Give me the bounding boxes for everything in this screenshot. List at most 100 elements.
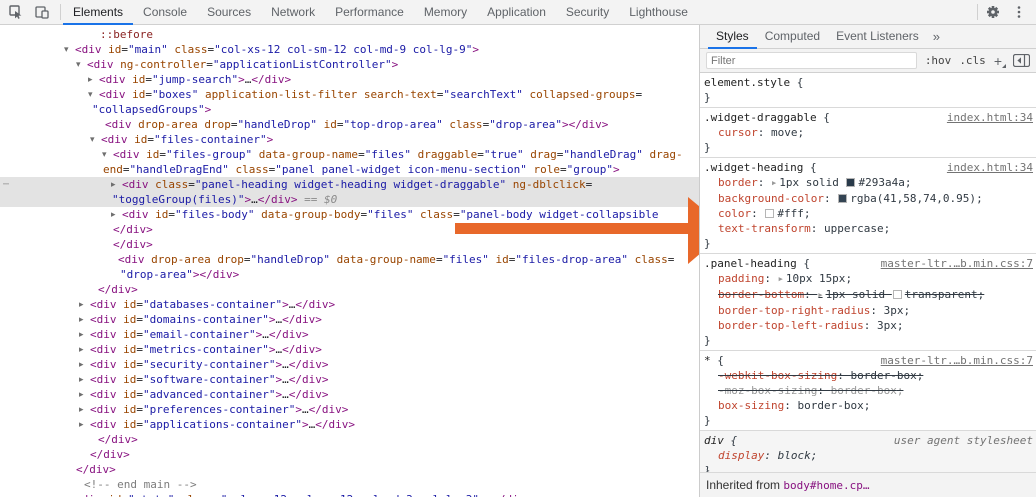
sidebar-tab-event-listeners[interactable]: Event Listeners: [828, 25, 927, 49]
tab-security[interactable]: Security: [556, 0, 619, 25]
tab-console[interactable]: Console: [133, 0, 197, 25]
expand-arrow-icon[interactable]: ▸: [64, 493, 69, 497]
dom-tree-row[interactable]: </div>: [0, 447, 699, 462]
css-rule[interactable]: .widget-draggable {index.html:34cursor: …: [700, 108, 1036, 158]
color-swatch[interactable]: [765, 209, 774, 218]
new-style-rule-button[interactable]: +: [994, 53, 1005, 69]
css-property[interactable]: box-sizing: border-box;: [704, 398, 1033, 413]
dom-tree-row[interactable]: <div drop-area drop="handleDrop" data-gr…: [0, 252, 699, 267]
stylesheet-source-link[interactable]: master-ltr.…b.min.css:7: [881, 353, 1033, 368]
expand-arrow-icon[interactable]: ▸: [79, 298, 84, 313]
expand-shorthand-icon[interactable]: ▶: [772, 179, 776, 187]
sidebar-tab-computed[interactable]: Computed: [757, 25, 828, 49]
expand-arrow-icon[interactable]: ▸: [79, 313, 84, 328]
css-property[interactable]: text-transform: uppercase;: [704, 221, 1033, 236]
tab-memory[interactable]: Memory: [414, 0, 477, 25]
dom-tree-row[interactable]: </div>: [0, 222, 699, 237]
dom-tree-row[interactable]: ▾<div id="files-group" data-group-name="…: [0, 147, 699, 162]
inspect-element-icon[interactable]: [3, 0, 29, 24]
dom-tree-row[interactable]: <!-- end main -->: [0, 477, 699, 492]
color-swatch[interactable]: [838, 194, 847, 203]
collapse-arrow-icon[interactable]: ▾: [76, 58, 81, 73]
dom-tree-row[interactable]: end="handleDragEnd" class="panel panel-w…: [0, 162, 699, 177]
dom-tree-row[interactable]: ▸<div id="jump-search">…</div>: [0, 72, 699, 87]
settings-gear-icon[interactable]: [980, 0, 1006, 24]
dom-tree-row[interactable]: ▸<div id="advanced-container">…</div>: [0, 387, 699, 402]
css-property[interactable]: border-bottom: ▶1px solid transparent;: [704, 287, 1033, 303]
tab-elements[interactable]: Elements: [63, 0, 133, 25]
dom-tree-row[interactable]: "collapsedGroups">: [0, 102, 699, 117]
dom-tree-row[interactable]: </div>: [0, 432, 699, 447]
dom-tree-row[interactable]: ▸<div id="preferences-container">…</div>: [0, 402, 699, 417]
tab-lighthouse[interactable]: Lighthouse: [619, 0, 698, 25]
css-property[interactable]: background-color: rgba(41,58,74,0.95);: [704, 191, 1033, 206]
expand-arrow-icon[interactable]: ▸: [111, 178, 116, 193]
expand-arrow-icon[interactable]: ▸: [79, 328, 84, 343]
expand-arrow-icon[interactable]: ▸: [79, 403, 84, 418]
collapse-arrow-icon[interactable]: ▾: [64, 43, 69, 58]
dom-tree-row[interactable]: ⋯▸<div class="panel-heading widget-headi…: [0, 177, 699, 192]
css-property[interactable]: padding: ▶10px 15px;: [704, 271, 1033, 287]
toggle-sidebar-pane-icon[interactable]: [1013, 54, 1030, 67]
dom-tree-row[interactable]: "toggleGroup(files)">…</div> == $0: [0, 192, 699, 207]
css-rule[interactable]: element.style {}: [700, 73, 1036, 108]
css-property[interactable]: display: block;: [704, 448, 1033, 463]
css-property[interactable]: cursor: move;: [704, 125, 1033, 140]
css-rule[interactable]: * {master-ltr.…b.min.css:7-webkit-box-si…: [700, 351, 1036, 431]
dom-tree-row[interactable]: ▾<div id="files-container">: [0, 132, 699, 147]
inherited-node-link[interactable]: body#home.cp…: [783, 479, 869, 492]
tab-network[interactable]: Network: [261, 0, 325, 25]
dom-tree-row[interactable]: <div drop-area drop="handleDrop" id="top…: [0, 117, 699, 132]
expand-arrow-icon[interactable]: ▸: [88, 73, 93, 88]
dom-tree-row[interactable]: </div>: [0, 462, 699, 477]
dom-tree-row[interactable]: "drop-area"></div>: [0, 267, 699, 282]
dom-tree-row[interactable]: ▸<div id="domains-container">…</div>: [0, 312, 699, 327]
expand-arrow-icon[interactable]: ▸: [79, 418, 84, 433]
device-toolbar-icon[interactable]: [29, 0, 55, 24]
css-property[interactable]: color: #fff;: [704, 206, 1033, 221]
color-swatch[interactable]: [893, 290, 902, 299]
expand-arrow-icon[interactable]: ▸: [79, 343, 84, 358]
css-property[interactable]: border-top-left-radius: 3px;: [704, 318, 1033, 333]
tab-performance[interactable]: Performance: [325, 0, 414, 25]
collapse-arrow-icon[interactable]: ▾: [90, 133, 95, 148]
dom-tree-row[interactable]: </div>: [0, 282, 699, 297]
dom-tree-row[interactable]: ▾<div ng-controller="applicationListCont…: [0, 57, 699, 72]
css-property[interactable]: border-top-right-radius: 3px;: [704, 303, 1033, 318]
expand-shorthand-icon[interactable]: ▶: [779, 275, 783, 283]
more-options-kebab-icon[interactable]: [1006, 0, 1032, 24]
expand-arrow-icon[interactable]: ▸: [111, 208, 116, 223]
css-rule[interactable]: div {user agent stylesheetdisplay: block…: [700, 431, 1036, 472]
dom-tree-row[interactable]: ▸<div id="databases-container">…</div>: [0, 297, 699, 312]
dom-tree-row[interactable]: ▸<div id="software-container">…</div>: [0, 372, 699, 387]
element-classes-button[interactable]: .cls: [959, 54, 986, 67]
dom-tree-row[interactable]: ▸<div id="applications-container">…</div…: [0, 417, 699, 432]
tab-sources[interactable]: Sources: [197, 0, 261, 25]
css-property[interactable]: border: ▶1px solid #293a4a;: [704, 175, 1033, 191]
css-property[interactable]: -webkit-box-sizing: border-box;: [704, 368, 1033, 383]
css-rule[interactable]: .panel-heading {master-ltr.…b.min.css:7p…: [700, 254, 1036, 351]
dom-tree-row[interactable]: </div>: [0, 237, 699, 252]
color-swatch[interactable]: [846, 178, 855, 187]
css-rule[interactable]: .widget-heading {index.html:34border: ▶1…: [700, 158, 1036, 254]
collapse-arrow-icon[interactable]: ▾: [88, 88, 93, 103]
expand-arrow-icon[interactable]: ▸: [79, 358, 84, 373]
stylesheet-source-link[interactable]: master-ltr.…b.min.css:7: [881, 256, 1033, 271]
sidebar-tab-styles[interactable]: Styles: [708, 25, 757, 49]
dom-tree-row[interactable]: ▸<div id="security-container">…</div>: [0, 357, 699, 372]
expand-arrow-icon[interactable]: ▸: [79, 373, 84, 388]
dom-tree-row[interactable]: ▾<div id="main" class="col-xs-12 col-sm-…: [0, 42, 699, 57]
styles-filter-input[interactable]: [706, 52, 917, 69]
css-property[interactable]: -moz-box-sizing: border-box;: [704, 383, 1033, 398]
collapse-arrow-icon[interactable]: ▾: [102, 148, 107, 163]
dom-tree-row[interactable]: ▾<div id="boxes" application-list-filter…: [0, 87, 699, 102]
dom-tree-row[interactable]: ▸<div id="email-container">…</div>: [0, 327, 699, 342]
expand-arrow-icon[interactable]: ▸: [79, 388, 84, 403]
node-overflow-menu-icon[interactable]: ⋯: [3, 177, 10, 192]
dom-tree-row[interactable]: ::before: [0, 27, 699, 42]
stylesheet-source-link[interactable]: index.html:34: [947, 110, 1033, 125]
dom-tree-row[interactable]: ▸<div id="files-body" data-group-body="f…: [0, 207, 699, 222]
expand-shorthand-icon[interactable]: ▶: [818, 291, 822, 299]
dom-tree-row[interactable]: ▸<div id="stats" class="col-xs-12 col-sm…: [0, 492, 699, 497]
dom-tree-row[interactable]: ▸<div id="metrics-container">…</div>: [0, 342, 699, 357]
